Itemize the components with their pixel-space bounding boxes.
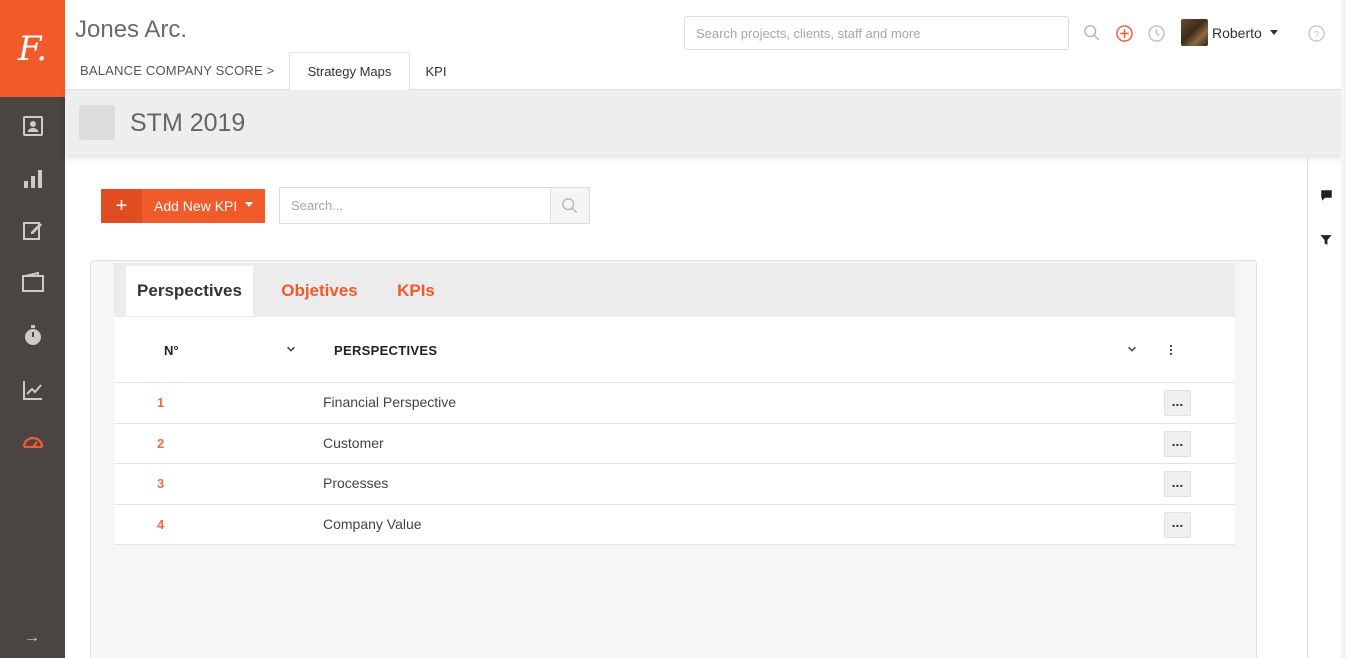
filter-icon[interactable]	[1314, 228, 1338, 252]
column-header-perspectives: PERSPECTIVES	[334, 343, 438, 358]
global-search-input[interactable]	[684, 16, 1069, 50]
row-number: 2	[157, 435, 165, 451]
kpi-search-input[interactable]	[280, 188, 550, 223]
search-icon	[562, 197, 578, 213]
row-number: 4	[157, 516, 165, 532]
left-rail: F. →	[0, 0, 65, 658]
tab-perspectives[interactable]: Perspectives	[126, 266, 253, 316]
edit-icon[interactable]	[19, 216, 46, 243]
help-icon[interactable]: ?	[1305, 22, 1327, 44]
add-new-kpi-button[interactable]: + Add New KPI	[101, 189, 265, 223]
tab-kpis[interactable]: KPIs	[397, 266, 435, 316]
title-band: STM 2019	[65, 90, 1343, 155]
row-more-button[interactable]: ...	[1164, 390, 1191, 416]
expand-rail-icon[interactable]: →	[22, 628, 42, 648]
breadcrumb[interactable]: BALANCE COMPANY SCORE >	[80, 63, 274, 78]
right-rail-divider	[1307, 155, 1308, 658]
add-new-kpi-label: Add New KPI	[142, 189, 265, 223]
wallet-icon[interactable]	[19, 268, 46, 295]
avatar[interactable]	[1181, 19, 1208, 46]
table-header: N° PERSPECTIVES	[114, 317, 1235, 383]
add-circle-icon[interactable]	[1113, 22, 1135, 44]
header: Jones Arc. BALANCE COMPANY SCORE > Strat…	[65, 0, 1346, 91]
row-number: 3	[157, 476, 165, 491]
tab-kpi[interactable]: KPI	[419, 52, 453, 91]
tab-objetives[interactable]: Objetives	[280, 266, 359, 316]
row-perspective-name: Company Value	[323, 515, 422, 532]
project-thumbnail	[79, 105, 115, 140]
company-name: Jones Arc.	[75, 16, 188, 43]
table-row[interactable]: 1 Financial Perspective ...	[114, 383, 1235, 424]
table-row[interactable]: 4 Company Value ...	[114, 505, 1235, 545]
kebab-menu-icon[interactable]	[1164, 341, 1178, 359]
contacts-icon[interactable]	[19, 112, 46, 139]
kpi-search-button[interactable]	[550, 188, 589, 223]
row-number: 1	[157, 395, 165, 410]
svg-text:?: ?	[1313, 29, 1318, 40]
row-perspective-name: Processes	[323, 475, 389, 491]
table-row[interactable]: 3 Processes ...	[114, 464, 1235, 505]
kpi-search	[279, 187, 590, 224]
bar-chart-icon[interactable]	[19, 164, 46, 191]
caret-down-icon	[245, 201, 254, 207]
plus-icon: +	[101, 189, 142, 223]
search-icon[interactable]	[1081, 22, 1103, 44]
clock-icon[interactable]	[1145, 22, 1167, 44]
scrollbar[interactable]	[1341, 0, 1346, 658]
chevron-down-icon[interactable]	[1125, 342, 1139, 356]
table-row[interactable]: 2 Customer ...	[114, 424, 1235, 464]
user-name[interactable]: Roberto	[1212, 25, 1262, 41]
column-header-no: N°	[164, 343, 179, 358]
app-window: F. → Jones Arc. BALANCE COMPANY SCORE > …	[0, 0, 1346, 658]
row-perspective-name: Customer	[323, 434, 384, 451]
chevron-down-icon[interactable]	[284, 342, 298, 356]
row-perspective-name: Financial Perspective	[323, 394, 457, 410]
panel-tabs: Perspectives Objetives KPIs	[114, 263, 1235, 317]
comment-icon[interactable]	[1314, 183, 1338, 207]
perspectives-table: N° PERSPECTIVES 1 Financial Perspective …	[114, 317, 1235, 545]
app-logo[interactable]: F.	[0, 0, 65, 97]
row-more-button[interactable]: ...	[1164, 471, 1191, 497]
dashboard-icon[interactable]	[19, 428, 46, 455]
logo-text: F.	[17, 28, 48, 69]
row-more-button[interactable]: ...	[1164, 430, 1191, 457]
add-new-kpi-text: Add New KPI	[154, 198, 238, 214]
perspectives-card: Perspectives Objetives KPIs N° PERSPECTI…	[90, 260, 1257, 658]
line-chart-icon[interactable]	[19, 376, 46, 403]
row-more-button[interactable]: ...	[1164, 511, 1191, 538]
tab-strategy-maps[interactable]: Strategy Maps	[289, 52, 410, 91]
page-title: STM 2019	[130, 109, 246, 137]
timer-icon[interactable]	[19, 321, 46, 348]
chevron-down-icon[interactable]	[1270, 30, 1278, 35]
